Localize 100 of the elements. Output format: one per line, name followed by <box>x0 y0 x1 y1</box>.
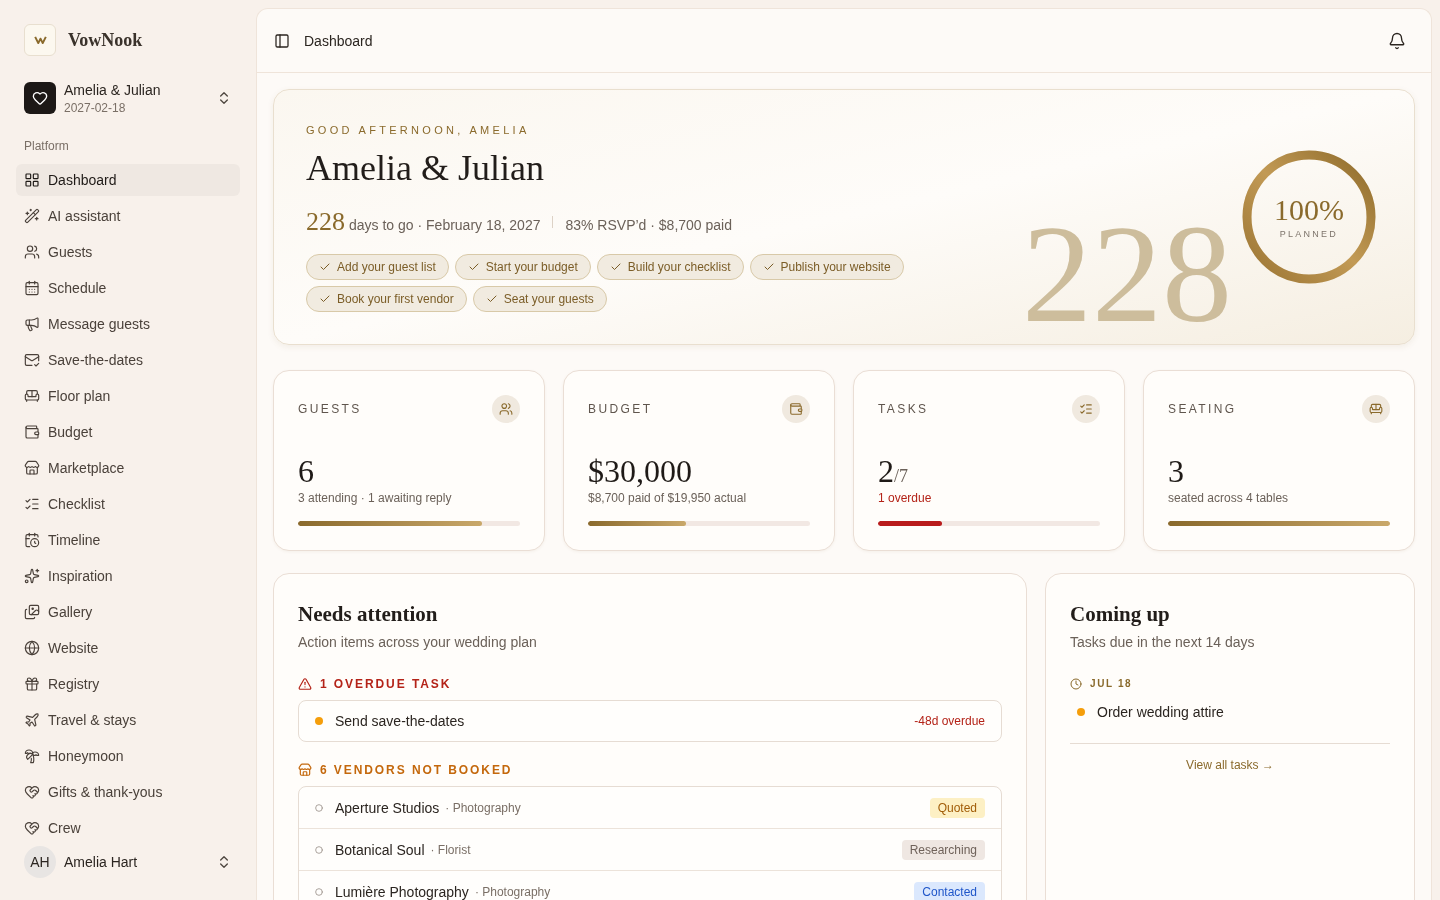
notifications-button[interactable] <box>1388 31 1406 50</box>
stat-label: GUESTS <box>298 401 362 417</box>
circle-icon <box>315 803 323 812</box>
workspace-switcher[interactable]: Amelia & Julian 2027-02-18 <box>24 80 232 116</box>
backdrop-number: 228 <box>1022 204 1232 344</box>
view-all-link[interactable]: View all tasks → <box>1186 757 1274 773</box>
heart-handshake-icon <box>24 820 40 836</box>
list-checks-icon <box>1072 395 1100 423</box>
nav-item[interactable]: Registry <box>16 668 240 700</box>
globe-icon <box>24 640 40 656</box>
stat-total: /7 <box>894 466 908 488</box>
wallet-icon <box>24 424 40 440</box>
vendor-name: Botanical Soul <box>335 840 425 860</box>
plane-icon <box>24 712 40 728</box>
nav-item[interactable]: Marketplace <box>16 452 240 484</box>
status-badge: Quoted <box>929 797 985 818</box>
gift-icon <box>24 676 40 692</box>
sofa-icon <box>24 388 40 404</box>
checklist-chip[interactable]: Add your guest list <box>306 254 449 280</box>
vendor-category: · Photography <box>445 799 521 816</box>
clock-icon <box>1070 678 1082 690</box>
stat-label: BUDGET <box>588 401 653 417</box>
megaphone-icon <box>24 316 40 332</box>
sparkles-icon <box>24 568 40 584</box>
nav-item[interactable]: Honeymoon <box>16 740 240 772</box>
users-icon <box>492 395 520 423</box>
card-title: Coming up <box>1070 601 1170 628</box>
checklist-chip[interactable]: Book your first vendor <box>306 286 467 312</box>
list-checks-icon <box>24 496 40 512</box>
countdown-number: 228 <box>306 206 345 238</box>
card-title: Needs attention <box>298 601 438 628</box>
circle-icon <box>315 845 323 854</box>
card-subtitle: Tasks due in the next 14 days <box>1070 633 1255 652</box>
progress-caption: PLANNED <box>1279 228 1339 240</box>
nav-item[interactable]: Floor plan <box>16 380 240 412</box>
palm-tree-icon <box>24 748 40 764</box>
checklist-chip[interactable]: Start your budget <box>454 254 591 280</box>
user-avatar: AH <box>24 846 56 878</box>
store-icon <box>298 763 312 777</box>
checklist-chip[interactable]: Publish your website <box>749 254 904 280</box>
sofa-icon <box>1362 395 1390 423</box>
grid-icon <box>24 172 40 188</box>
nav-item[interactable]: Timeline <box>16 524 240 556</box>
stat-detail: 3 attending · 1 awaiting reply <box>298 490 452 506</box>
nav-item[interactable]: Guests <box>16 236 240 268</box>
nav-item[interactable]: Schedule <box>16 272 240 304</box>
nav-item[interactable]: Gallery <box>16 596 240 628</box>
calendar-icon <box>24 280 40 296</box>
wallet-icon <box>782 395 810 423</box>
stat-value: $30,000 <box>588 453 692 489</box>
stat-detail: $8,700 paid of $19,950 actual <box>588 490 747 506</box>
status-badge: Contacted <box>914 882 985 900</box>
sidebar-toggle-button[interactable] <box>274 32 290 49</box>
nav-item[interactable]: Crew <box>16 812 240 838</box>
brand-name: VowNook <box>68 28 143 52</box>
logo-icon <box>24 24 56 56</box>
nav-item[interactable]: Checklist <box>16 488 240 520</box>
stat-value: 2 <box>878 453 894 489</box>
nav-item[interactable]: Gifts & thank-yous <box>16 776 240 808</box>
users-icon <box>24 244 40 260</box>
card-subtitle: Action items across your wedding plan <box>298 633 537 652</box>
progress-value: 100% <box>1274 194 1344 226</box>
vendor-name: Lumière Photography <box>335 883 469 900</box>
stat-detail: seated across 4 tables <box>1168 490 1289 506</box>
date-heading: JUL 18 <box>1090 677 1133 691</box>
mail-check-icon <box>24 352 40 368</box>
stat-label: TASKS <box>878 401 929 417</box>
summary-text: 83% RSVP’d · $8,700 paid <box>565 216 732 235</box>
nav-item[interactable]: Dashboard <box>16 164 240 196</box>
nav-item[interactable]: Save-the-dates <box>16 344 240 376</box>
user-menu[interactable]: AH Amelia Hart <box>24 846 232 878</box>
calendar-clock-icon <box>24 532 40 548</box>
magic-wand-icon <box>24 208 40 224</box>
greeting: GOOD AFTERNOON, AMELIA <box>306 123 530 138</box>
vendor-category: · Photography <box>474 884 551 900</box>
task-title: Order wedding attire <box>1097 703 1224 722</box>
checklist-chip[interactable]: Build your checklist <box>596 254 744 280</box>
task-due: -48d overdue <box>914 713 985 729</box>
task-title: Send save-the-dates <box>335 712 465 731</box>
stat-detail: 1 overdue <box>878 490 932 506</box>
nav-item[interactable]: Website <box>16 632 240 664</box>
page-title: Dashboard <box>304 31 373 51</box>
section-heading: 1 OVERDUE TASK <box>320 676 452 692</box>
images-icon <box>24 604 40 620</box>
stat-label: SEATING <box>1168 401 1237 417</box>
section-heading: 6 VENDORS NOT BOOKED <box>320 762 513 778</box>
vendor-name: Aperture Studios <box>335 798 440 818</box>
warning-icon <box>298 677 312 691</box>
nav-item[interactable]: Travel & stays <box>16 704 240 736</box>
heart-handshake-icon <box>24 784 40 800</box>
nav-item[interactable]: Inspiration <box>16 560 240 592</box>
store-icon <box>24 460 40 476</box>
checklist-chip[interactable]: Seat your guests <box>472 286 607 312</box>
hero-title: Amelia & Julian <box>306 147 544 190</box>
nav-item[interactable]: AI assistant <box>16 200 240 232</box>
status-badge: Researching <box>901 839 985 860</box>
countdown-text: days to go · February 18, 2027 <box>349 216 541 235</box>
nav-item[interactable]: Message guests <box>16 308 240 340</box>
nav-item[interactable]: Budget <box>16 416 240 448</box>
stat-value: 6 <box>298 453 314 489</box>
